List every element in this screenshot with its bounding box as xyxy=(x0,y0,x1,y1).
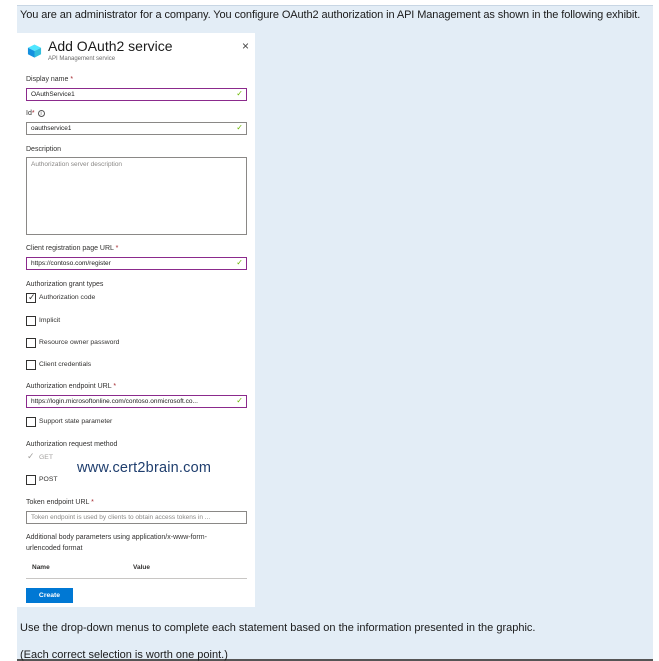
get-label: GET xyxy=(39,454,53,461)
id-field[interactable]: oauthservice1 ✓ xyxy=(26,122,247,135)
body-params-label-line1: Additional body parameters using applica… xyxy=(26,534,207,541)
grid-divider xyxy=(26,578,247,579)
client-registration-url-field[interactable]: https://contoso.com/register ✓ xyxy=(26,257,247,270)
client-credentials-label: Client credentials xyxy=(39,361,92,368)
resource-owner-password-checkbox[interactable] xyxy=(26,338,36,348)
token-endpoint-label: Token endpoint URL * xyxy=(26,499,94,506)
id-label: Id* i xyxy=(26,110,45,117)
valid-check-icon: ✓ xyxy=(236,258,243,267)
authorization-code-label: Authorization code xyxy=(39,294,96,301)
info-icon[interactable]: i xyxy=(37,110,45,117)
column-header-name: Name xyxy=(32,564,50,571)
body-params-label-line2: urlencoded format xyxy=(26,545,83,552)
description-label: Description xyxy=(26,146,62,153)
token-endpoint-field[interactable]: Token endpoint is used by clients to obt… xyxy=(26,511,247,524)
question-instruction: Use the drop-down menus to complete each… xyxy=(20,622,536,634)
authorization-endpoint-label: Authorization endpoint URL * xyxy=(26,383,117,390)
support-state-label: Support state parameter xyxy=(39,418,113,425)
display-name-label: Display name * xyxy=(26,76,74,83)
post-checkbox[interactable] xyxy=(26,475,36,485)
api-management-cube-icon xyxy=(27,44,42,58)
support-state-checkbox[interactable] xyxy=(26,417,36,427)
client-registration-url-label: Client registration page URL * xyxy=(26,245,119,252)
valid-check-icon: ✓ xyxy=(236,123,243,132)
valid-check-icon: ✓ xyxy=(236,396,243,405)
authorization-endpoint-field[interactable]: https://login.microsoftonline.com/contos… xyxy=(26,395,247,408)
description-textarea[interactable]: Authorization server description xyxy=(26,157,247,235)
panel-title: Add OAuth2 service xyxy=(48,38,173,54)
implicit-label: Implicit xyxy=(39,317,61,324)
create-button[interactable]: Create xyxy=(26,588,73,603)
add-oauth2-panel: Add OAuth2 service API Management servic… xyxy=(17,33,255,607)
column-header-value: Value xyxy=(133,564,150,571)
panel-subtitle: API Management service xyxy=(48,56,116,62)
request-method-label: Authorization request method xyxy=(26,441,118,448)
question-note: (Each correct selection is worth one poi… xyxy=(20,649,228,661)
implicit-checkbox[interactable] xyxy=(26,316,36,326)
display-name-field[interactable]: OAuthService1 ✓ xyxy=(26,88,247,101)
close-icon[interactable]: × xyxy=(242,39,249,53)
grant-types-label: Authorization grant types xyxy=(26,281,104,288)
authorization-code-checkbox[interactable] xyxy=(26,292,36,303)
watermark: www.cert2brain.com xyxy=(77,460,212,476)
get-checkbox xyxy=(26,451,36,463)
post-label: POST xyxy=(39,476,58,483)
client-credentials-checkbox[interactable] xyxy=(26,360,36,370)
resource-owner-password-label: Resource owner password xyxy=(39,339,120,346)
question-intro: You are an administrator for a company. … xyxy=(20,9,641,21)
valid-check-icon: ✓ xyxy=(236,89,243,98)
